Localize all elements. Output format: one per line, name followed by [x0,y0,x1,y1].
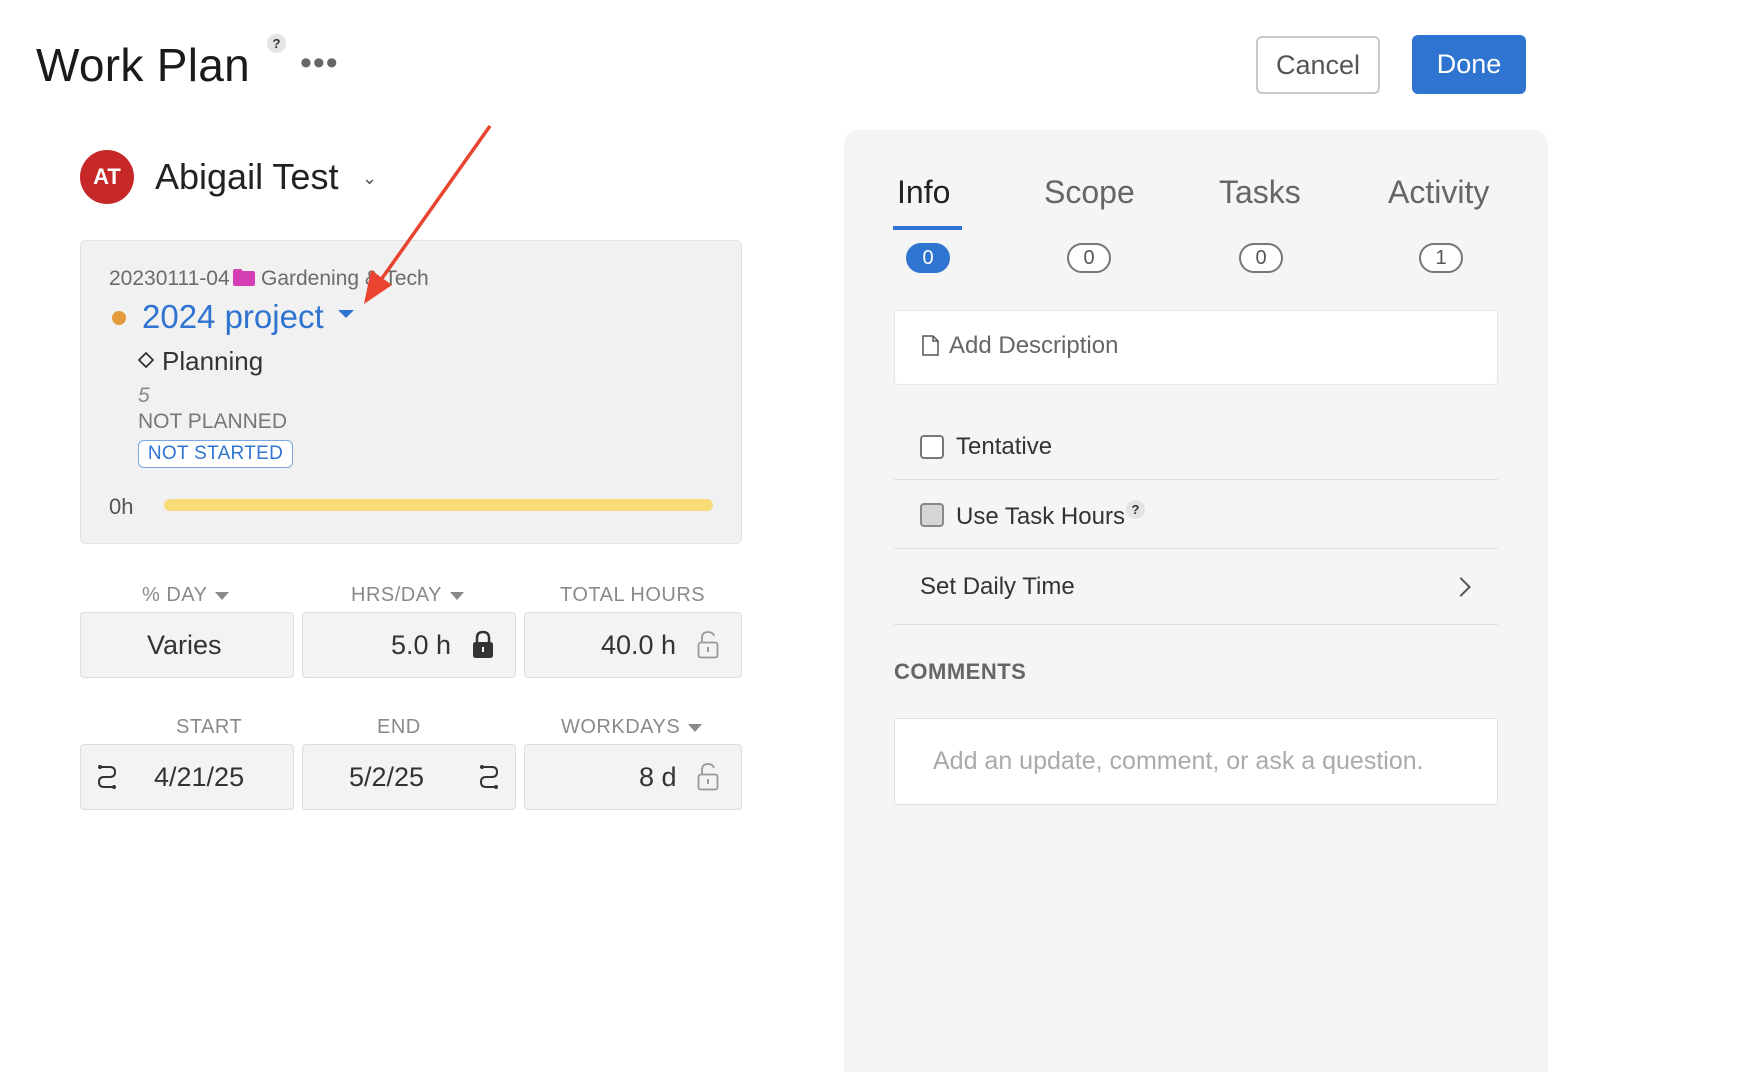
document-icon [922,335,939,356]
help-icon[interactable]: ? [267,34,286,53]
folder-icon [233,269,255,286]
hrs-day-label[interactable]: HRS/DAY [351,584,464,607]
comments-heading: COMMENTS [894,659,1027,684]
hours-progress-bar [164,499,713,511]
caret-down-icon[interactable] [338,310,354,318]
status-badge[interactable]: NOT STARTED [138,440,293,468]
active-tab-indicator [893,226,962,230]
person-name[interactable]: Abigail Test [155,156,338,198]
annotation-arrow [364,124,492,304]
caret-down-icon[interactable] [449,591,464,600]
tab-scope[interactable]: Scope [1044,174,1135,211]
dependency-icon[interactable] [96,763,118,791]
divider [894,624,1498,625]
pct-day-label[interactable]: % DAY [142,584,230,607]
add-description-label: Add Description [949,332,1119,359]
pct-day-value: Varies [147,630,222,660]
total-hours-label: TOTAL HOURS [560,584,706,606]
divider [894,479,1498,480]
tab-info[interactable]: Info [897,174,950,211]
total-hours-value: 40.0 h [601,630,677,660]
help-icon[interactable]: ? [1126,500,1145,519]
more-options-icon[interactable]: ••• [300,46,339,80]
phase-number: 5 [138,384,150,407]
workdays-value: 8 d [639,762,677,792]
plan-status: NOT PLANNED [138,410,287,433]
project-code: 20230111-04 [109,267,230,290]
start-label: START [176,716,243,738]
workdays-label[interactable]: WORKDAYS [561,716,703,739]
status-dot [112,311,126,325]
end-date-value: 5/2/25 [349,762,425,792]
tab-count-scope: 0 [1067,243,1111,273]
caret-down-icon[interactable] [688,723,703,732]
lock-icon[interactable] [472,630,494,659]
page-title: Work Plan [36,39,251,91]
tab-tasks[interactable]: Tasks [1219,174,1301,211]
hrs-day-value: 5.0 h [391,630,452,660]
phase-name: Planning [162,346,264,376]
diamond-icon [138,352,154,368]
done-button[interactable]: Done [1412,35,1526,94]
use-task-hours-label: Use Task Hours [956,503,1125,530]
unlock-icon[interactable] [697,630,719,659]
set-daily-time-button[interactable]: Set Daily Time [920,573,1075,601]
dependency-icon[interactable] [478,763,500,791]
cancel-button[interactable]: Cancel [1256,36,1380,94]
tentative-label: Tentative [956,433,1053,460]
use-task-hours-checkbox[interactable] [920,503,944,527]
tentative-checkbox[interactable] [920,435,944,459]
avatar: AT [80,150,134,204]
caret-down-icon[interactable] [215,591,230,600]
start-date-value: 4/21/25 [154,762,245,792]
tab-count-activity: 1 [1419,243,1463,273]
end-label: END [377,716,421,738]
project-name-dropdown[interactable]: 2024 project [142,298,324,336]
hours-label: 0h [109,494,134,519]
tab-count-tasks: 0 [1239,243,1283,273]
unlock-icon[interactable] [697,762,719,791]
divider [894,548,1498,549]
tab-count-info: 0 [906,243,950,273]
comment-placeholder: Add an update, comment, or ask a questio… [933,747,1424,775]
tab-activity[interactable]: Activity [1388,174,1489,211]
